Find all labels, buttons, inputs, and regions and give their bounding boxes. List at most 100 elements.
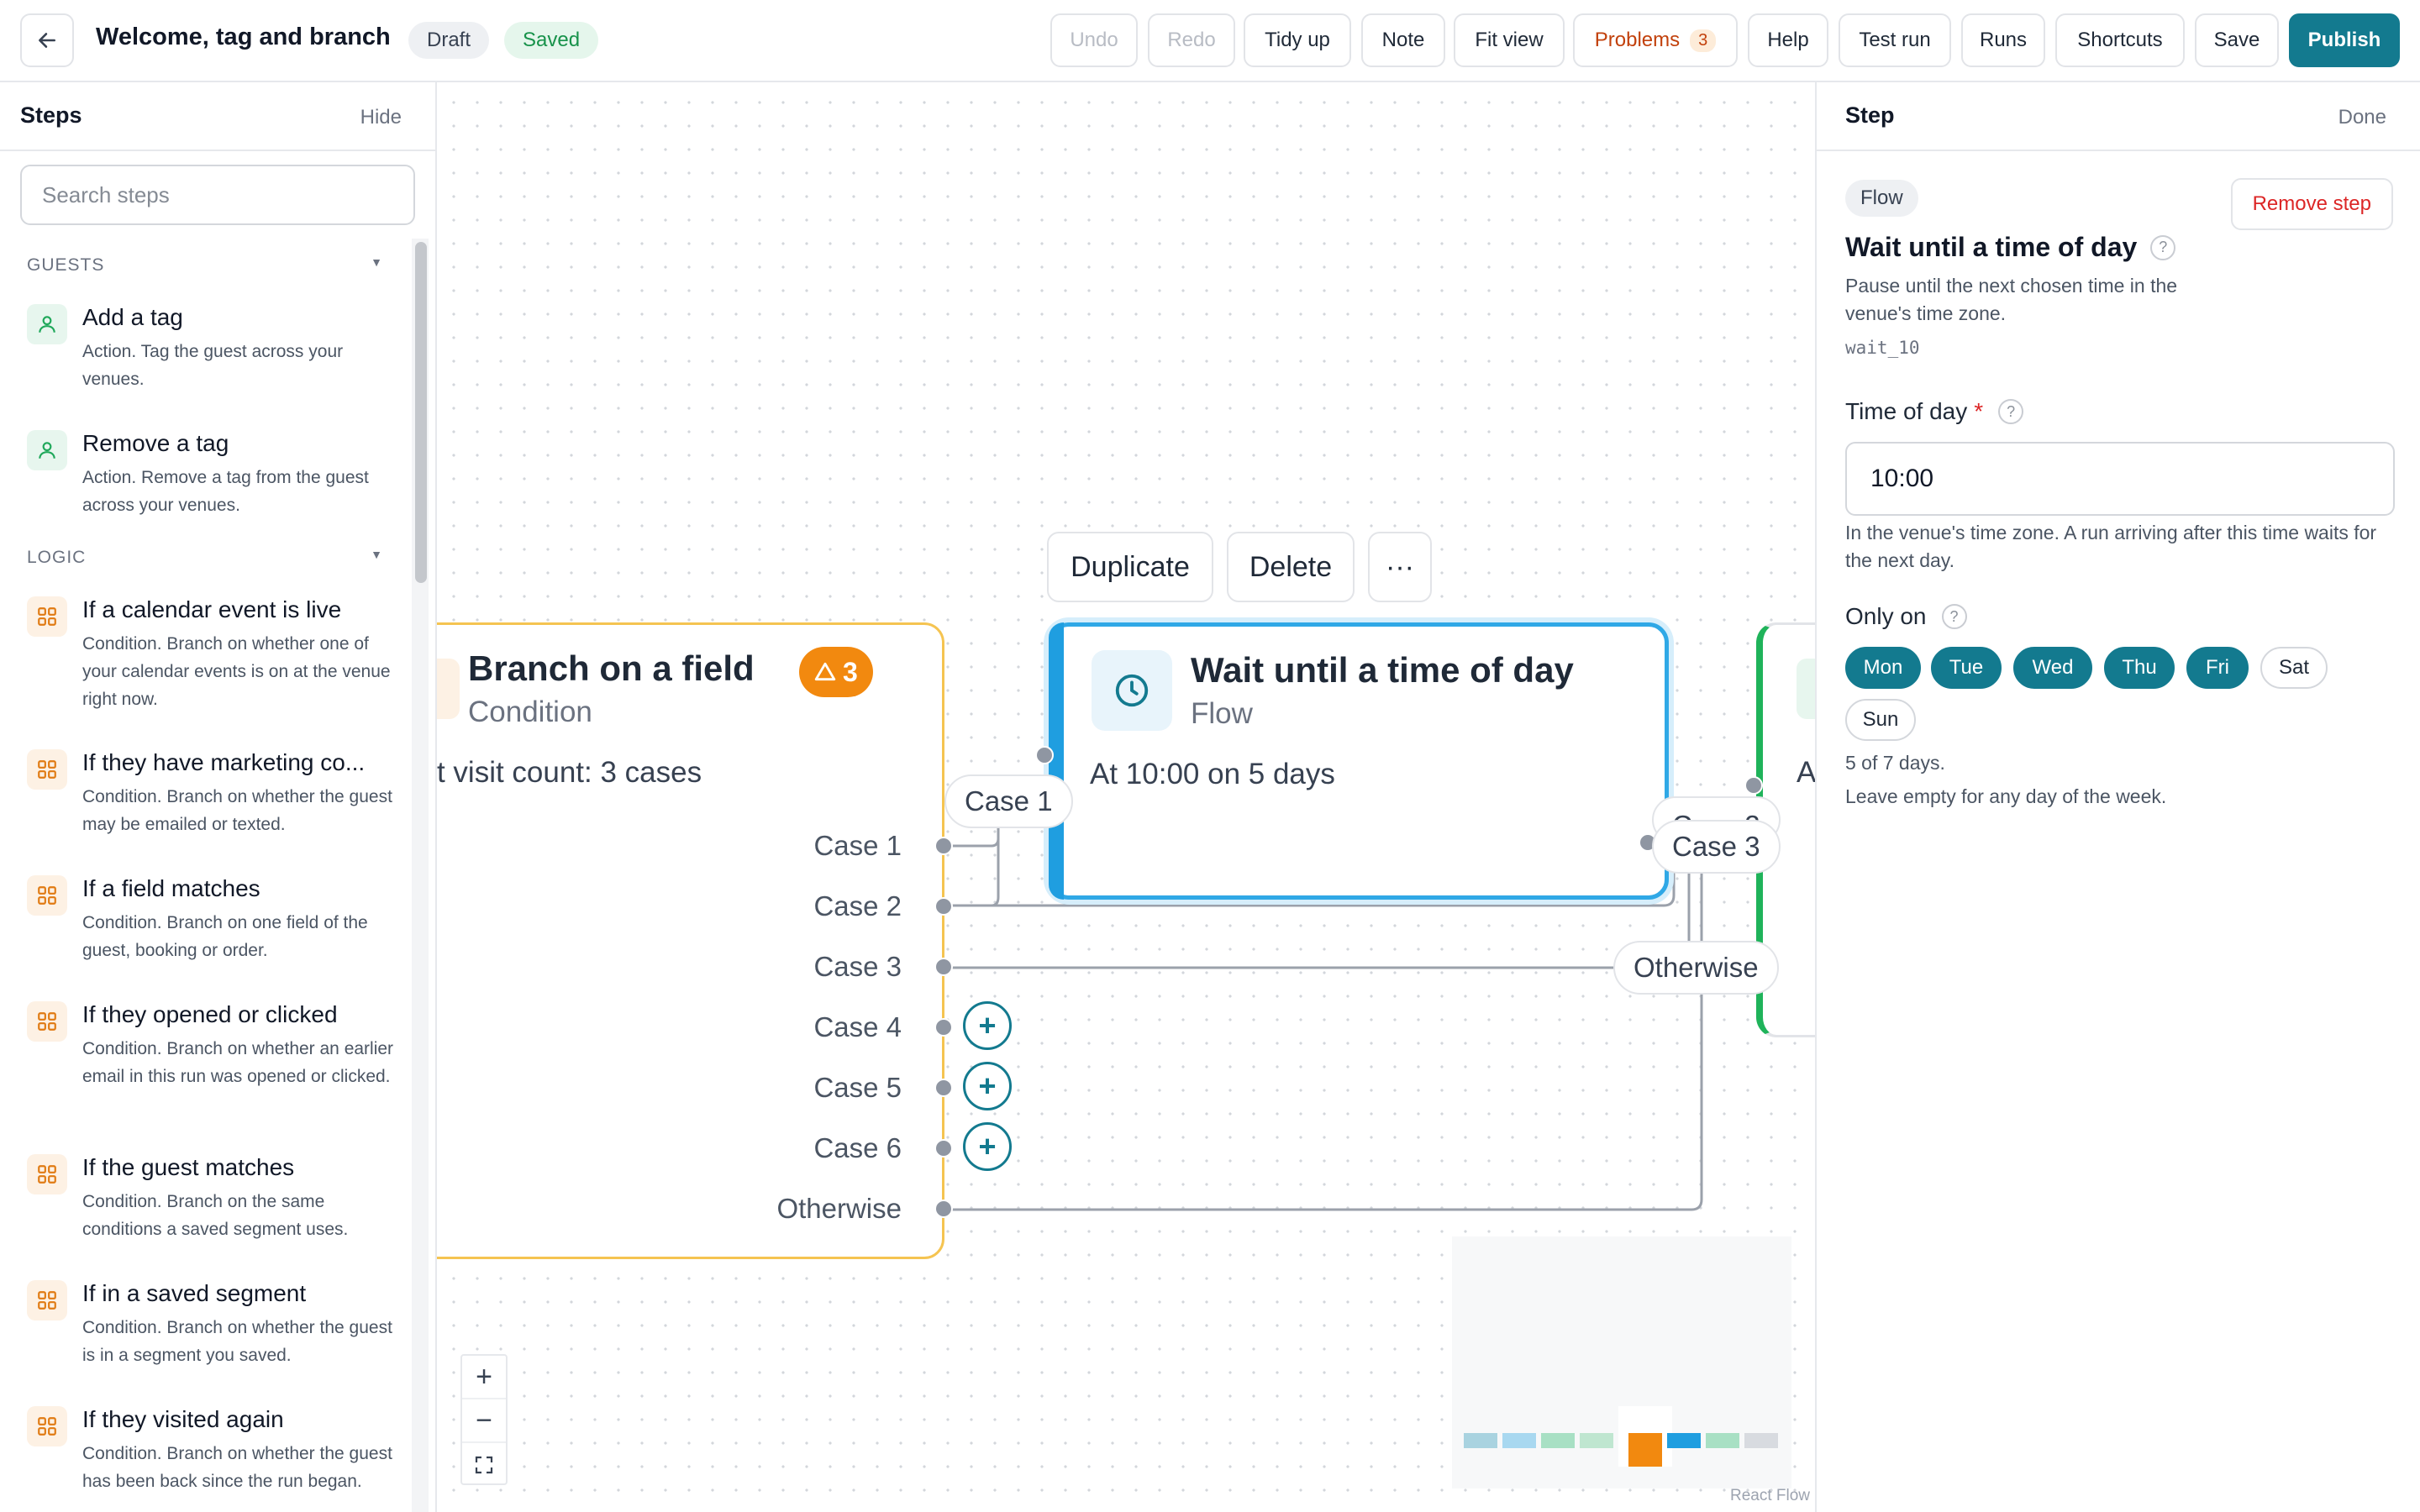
problems-label: Problems xyxy=(1594,29,1681,51)
done-button[interactable]: Done xyxy=(2338,106,2386,129)
day-toggle-thu[interactable]: Thu xyxy=(2104,647,2175,689)
zoom-out-button[interactable]: − xyxy=(462,1399,506,1443)
zoom-in-button[interactable]: + xyxy=(462,1356,506,1399)
remove-step-button[interactable]: Remove step xyxy=(2230,178,2393,230)
step-description: Pause until the next chosen time in the … xyxy=(1845,275,2178,324)
step-item-opened-clicked[interactable]: If they opened or clicked Condition. Bra… xyxy=(27,1001,393,1136)
wait-node-summary: At 10:00 on 5 days xyxy=(1090,758,1335,790)
output-handle-case1[interactable] xyxy=(934,837,953,855)
section-header-logic[interactable]: LOGIC ▼ xyxy=(27,548,383,568)
sidebar-scrollbar-thumb[interactable] xyxy=(415,242,427,583)
step-title-text: Wait until a time of day xyxy=(1845,232,2138,262)
react-flow-attribution[interactable]: React Flow xyxy=(1730,1487,1810,1505)
plus-icon: + xyxy=(978,1068,997,1103)
back-button[interactable] xyxy=(20,13,74,67)
wait-input-handle[interactable] xyxy=(1035,746,1054,764)
step-item-title: If in a saved segment xyxy=(82,1280,307,1306)
branch-grid-icon xyxy=(27,749,67,790)
search-steps-input[interactable] xyxy=(20,165,415,225)
section-header-guests[interactable]: GUESTS ▼ xyxy=(27,255,383,276)
note-button[interactable]: Note xyxy=(1361,13,1445,67)
step-item-remove-tag[interactable]: Remove a tag Action. Remove a tag from t… xyxy=(27,430,388,548)
output-handle-case4[interactable] xyxy=(934,1018,953,1037)
flow-canvas[interactable]: Duplicate Delete ··· Branch on a field C… xyxy=(437,82,1815,1512)
draft-badge: Draft xyxy=(408,22,490,59)
redo-button[interactable]: Redo xyxy=(1148,13,1235,67)
day-toggle-tue[interactable]: Tue xyxy=(1931,647,2002,689)
day-toggle-wed[interactable]: Wed xyxy=(2013,647,2092,689)
days-help: Leave empty for any day of the week. xyxy=(1845,785,2167,807)
branch-node[interactable]: Branch on a field Condition est visit co… xyxy=(437,622,944,1259)
next-node-summary: A xyxy=(1797,756,1815,789)
help-icon[interactable]: ? xyxy=(1941,604,1967,629)
edge-label-case1[interactable]: Case 1 xyxy=(944,774,1073,828)
step-item-calendar-event[interactable]: If a calendar event is live Condition. B… xyxy=(27,596,391,714)
output-handle-case5[interactable] xyxy=(934,1079,953,1097)
person-icon xyxy=(27,304,67,344)
zoom-controls: + − xyxy=(460,1354,508,1485)
step-item-title: Add a tag xyxy=(82,304,183,330)
warning-count: 3 xyxy=(843,656,858,687)
duplicate-button[interactable]: Duplicate xyxy=(1047,532,1213,602)
only-on-label-text: Only on xyxy=(1845,603,1927,629)
step-item-guest-matches[interactable]: If the guest matches Condition. Branch o… xyxy=(27,1154,388,1272)
hide-sidebar-button[interactable]: Hide xyxy=(360,106,402,129)
delete-button[interactable]: Delete xyxy=(1227,532,1355,602)
day-toggle-sat[interactable]: Sat xyxy=(2260,647,2328,689)
help-button[interactable]: Help xyxy=(1748,13,1828,67)
fit-view-control[interactable] xyxy=(462,1443,506,1487)
step-item-field-matches[interactable]: If a field matches Condition. Branch on … xyxy=(27,875,388,993)
output-handle-case6[interactable] xyxy=(934,1139,953,1158)
days-count: 5 of 7 days. xyxy=(1845,752,1945,774)
minimap-node xyxy=(1541,1433,1575,1448)
step-item-marketing-consent[interactable]: If they have marketing co... Condition. … xyxy=(27,749,392,867)
help-icon[interactable]: ? xyxy=(1998,399,2024,424)
add-step-case4-button[interactable]: + xyxy=(963,1001,1012,1050)
edge-label-otherwise[interactable]: Otherwise xyxy=(1613,941,1779,995)
save-button[interactable]: Save xyxy=(2195,13,2279,67)
plus-icon: + xyxy=(978,1129,997,1163)
output-handle-case3[interactable] xyxy=(934,958,953,976)
add-step-case6-button[interactable]: + xyxy=(963,1122,1012,1171)
next-node-icon xyxy=(1797,659,1815,719)
step-id: wait_10 xyxy=(1845,338,1920,358)
minimap[interactable] xyxy=(1452,1236,1791,1488)
branch-grid-icon xyxy=(27,596,67,637)
day-toggle-mon[interactable]: Mon xyxy=(1845,647,1921,689)
minimap-node xyxy=(1580,1433,1613,1448)
warning-badge[interactable]: 3 xyxy=(799,647,873,697)
day-toggle-fri[interactable]: Fri xyxy=(2186,647,2249,689)
minimap-node xyxy=(1706,1433,1739,1448)
help-icon[interactable]: ? xyxy=(2150,234,2176,260)
runs-button[interactable]: Runs xyxy=(1961,13,2045,67)
step-item-add-tag[interactable]: Add a tag Action. Tag the guest across y… xyxy=(27,304,388,422)
plus-icon: + xyxy=(476,1360,492,1393)
step-item-desc: Condition. Branch on whether one of your… xyxy=(82,634,391,709)
test-run-button[interactable]: Test run xyxy=(1839,13,1951,67)
fit-view-button[interactable]: Fit view xyxy=(1454,13,1565,67)
plus-icon: + xyxy=(978,1008,997,1042)
time-of-day-input[interactable]: 10:00 xyxy=(1845,442,2395,516)
step-item-desc: Condition. Branch on whether an earlier … xyxy=(82,1039,394,1086)
step-item-saved-segment[interactable]: If in a saved segment Condition. Branch … xyxy=(27,1280,392,1398)
day-toggle-sun[interactable]: Sun xyxy=(1845,699,1916,741)
caret-down-icon: ▼ xyxy=(371,255,383,269)
edge-label-case3[interactable]: Case 3 xyxy=(1652,820,1781,874)
undo-button[interactable]: Undo xyxy=(1050,13,1138,67)
branch-grid-icon xyxy=(27,1406,67,1446)
shortcuts-button[interactable]: Shortcuts xyxy=(2055,13,2185,67)
tidy-up-button[interactable]: Tidy up xyxy=(1244,13,1351,67)
minimap-node xyxy=(1667,1433,1701,1448)
publish-button[interactable]: Publish xyxy=(2289,13,2400,67)
branch-node-title: Branch on a field xyxy=(468,648,755,688)
output-handle-otherwise[interactable] xyxy=(934,1200,953,1218)
output-handle-case2[interactable] xyxy=(934,897,953,916)
problems-button[interactable]: Problems 3 xyxy=(1573,13,1738,67)
step-item-desc: Condition. Branch on whether the guest i… xyxy=(82,1318,392,1365)
next-node-input-handle[interactable] xyxy=(1744,776,1763,795)
wait-node[interactable]: Wait until a time of day Flow At 10:00 o… xyxy=(1049,622,1669,900)
add-step-case5-button[interactable]: + xyxy=(963,1062,1012,1110)
step-item-visited-again[interactable]: If they visited again Condition. Branch … xyxy=(27,1406,392,1512)
step-item-title: If a field matches xyxy=(82,875,260,901)
more-options-button[interactable]: ··· xyxy=(1368,532,1432,602)
